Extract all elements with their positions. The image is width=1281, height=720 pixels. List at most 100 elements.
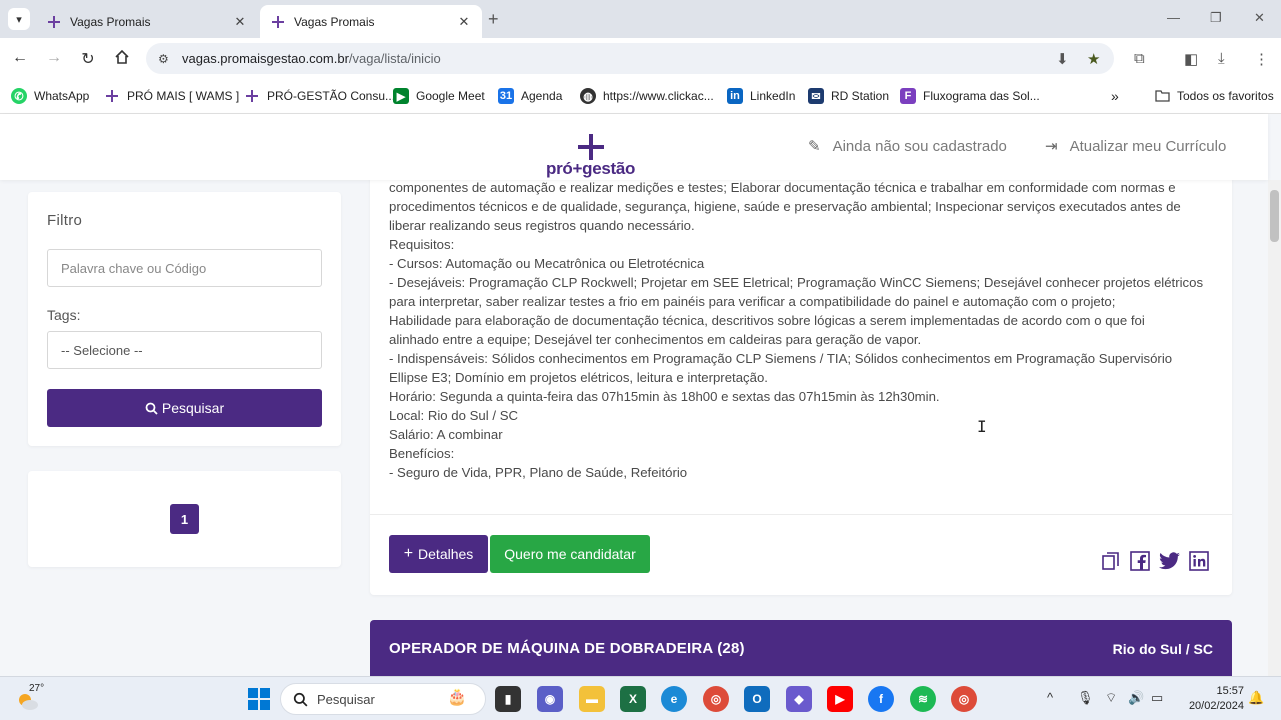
tab-list-button[interactable]: ▾: [8, 8, 30, 30]
bookmark-rd-station[interactable]: ✉ RD Station: [808, 88, 889, 104]
description-line: liberar realizando seus registros quando…: [389, 218, 695, 233]
bookmark-label: PRÓ-GESTÃO Consu...: [267, 89, 396, 103]
excel-icon[interactable]: X: [620, 686, 646, 712]
url-path: /vaga/lista/inicio: [348, 51, 441, 66]
system-clock[interactable]: 15:57 20/02/2024: [1178, 684, 1244, 714]
bookmark-clickac[interactable]: ◍ https://www.clickac...: [580, 88, 714, 104]
facebook-icon[interactable]: [1129, 550, 1151, 572]
side-panel-icon[interactable]: ◧: [1184, 50, 1198, 68]
plus-icon: +: [403, 545, 414, 562]
temperature: 27°: [29, 683, 45, 694]
promais-logo[interactable]: pró+gestão: [546, 134, 638, 184]
weather-widget[interactable]: 27°: [16, 683, 46, 713]
minimize-icon[interactable]: —: [1167, 10, 1180, 25]
new-tab-icon[interactable]: +: [488, 9, 499, 30]
filter-card: Filtro Palavra chave ou Código Tags: -- …: [28, 192, 341, 446]
card-divider: [370, 514, 1232, 515]
battery-icon[interactable]: ▭: [1151, 690, 1163, 706]
description-line: - Desejáveis: Programação CLP Rockwell; …: [389, 275, 1204, 290]
show-hidden-icons-icon[interactable]: ^: [1047, 690, 1053, 705]
all-favorites-folder[interactable]: Todos os favoritos: [1154, 88, 1274, 104]
description-line: procedimentos técnicos e de qualidade, s…: [389, 199, 1181, 214]
details-button[interactable]: + Detalhes: [389, 535, 488, 573]
description-line: Horário: Segunda a quinta-feira das 07h1…: [389, 389, 940, 404]
teams-icon[interactable]: ◉: [537, 686, 563, 712]
bookmark-label: Agenda: [521, 89, 563, 103]
page-scrollbar[interactable]: [1268, 180, 1281, 676]
close-tab-icon[interactable]: ✕: [232, 14, 248, 30]
bookmark-agenda[interactable]: 31 Agenda: [498, 88, 562, 104]
restore-icon[interactable]: ❐: [1210, 10, 1222, 26]
bookmark-google-meet[interactable]: ▶ Google Meet: [393, 88, 485, 104]
description-line: componentes de automação e realizar medi…: [389, 180, 1176, 195]
address-bar[interactable]: ⚙ vagas.promaisgestao.com.br/vaga/lista/…: [146, 43, 1114, 74]
description-line: - Indispensáveis: Sólidos conhecimentos …: [389, 351, 1173, 366]
bookmark-label: RD Station: [831, 89, 890, 103]
extensions-icon[interactable]: ⧉: [1134, 50, 1145, 67]
bookmark-label: WhatsApp: [34, 89, 90, 103]
linkedin-share-icon[interactable]: [1188, 550, 1210, 572]
tags-select[interactable]: -- Selecione --: [47, 331, 322, 369]
description-line: Habilidade para elaboração de documentaç…: [389, 313, 1145, 328]
meet-icon: ▶: [393, 88, 409, 104]
description-line: Benefícios:: [389, 446, 455, 461]
clock-time: 15:57: [1216, 685, 1244, 697]
filter-title: Filtro: [47, 212, 83, 229]
windows-start-icon[interactable]: [248, 688, 270, 710]
microphone-icon[interactable]: 🎙: [1077, 690, 1094, 706]
rdstation-icon: ✉: [808, 88, 824, 104]
page-1-button[interactable]: 1: [170, 504, 199, 534]
register-link[interactable]: ✎ Ainda não sou cadastrado: [808, 137, 1007, 156]
bookmark-star-icon[interactable]: ★: [1087, 50, 1100, 68]
youtube-icon[interactable]: ▶: [827, 686, 853, 712]
notifications-icon[interactable]: 🔔: [1248, 690, 1264, 706]
spotify-icon[interactable]: ≋: [910, 686, 936, 712]
tab-title: Vagas Promais: [294, 14, 375, 29]
bookmark-whatsapp[interactable]: ✆ WhatsApp: [11, 88, 89, 104]
tab-vagas-promais-2[interactable]: Vagas Promais ✕: [260, 5, 482, 38]
outlook-icon[interactable]: O: [744, 686, 770, 712]
keyword-search-input[interactable]: Palavra chave ou Código: [47, 249, 322, 287]
facebook-app-icon[interactable]: f: [868, 686, 894, 712]
twitter-icon[interactable]: [1158, 550, 1180, 572]
menu-icon[interactable]: ⋮: [1254, 50, 1269, 68]
copilot-icon[interactable]: ◆: [786, 686, 812, 712]
copy-link-icon[interactable]: [1100, 550, 1122, 572]
taskbar-search[interactable]: Pesquisar 🎂: [280, 683, 486, 715]
edge-icon[interactable]: e: [661, 686, 687, 712]
search-button[interactable]: Pesquisar: [47, 389, 322, 427]
task-view-icon[interactable]: ▮: [495, 686, 521, 712]
home-icon[interactable]: [112, 49, 132, 70]
promais-icon: [244, 88, 260, 104]
url-host: vagas.promaisgestao.com.br: [182, 51, 349, 66]
bookmark-progestao[interactable]: PRÓ-GESTÃO Consu...: [244, 88, 395, 104]
forward-icon[interactable]: →: [44, 49, 64, 67]
update-cv-link[interactable]: ⇥ Atualizar meu Currículo: [1045, 137, 1226, 156]
description-line: - Cursos: Automação ou Mecatrônica ou El…: [389, 256, 705, 271]
description-line: Ellipse E3; Domínio em projetos elétrico…: [389, 370, 768, 385]
next-job-header[interactable]: OPERADOR DE MÁQUINA DE DOBRADEIRA (28) R…: [370, 620, 1232, 676]
more-bookmarks-icon[interactable]: »: [1111, 88, 1119, 104]
search-icon: [293, 692, 308, 706]
install-app-icon[interactable]: ⬇: [1056, 50, 1069, 68]
volume-icon[interactable]: 🔊: [1128, 690, 1144, 706]
site-settings-icon[interactable]: ⚙: [158, 52, 176, 66]
chrome-icon[interactable]: ◎: [703, 686, 729, 712]
close-tab-icon[interactable]: ✕: [456, 14, 472, 30]
tab-vagas-promais-1[interactable]: Vagas Promais ✕: [36, 5, 258, 38]
bookmark-linkedin[interactable]: in LinkedIn: [727, 88, 795, 104]
downloads-icon[interactable]: ⤓: [1218, 50, 1225, 67]
file-explorer-icon[interactable]: ▬: [579, 686, 605, 712]
bookmark-fluxograma[interactable]: F Fluxograma das Sol...: [900, 88, 1040, 104]
bookmark-promais-wams[interactable]: PRÓ MAIS [ WAMS ]: [104, 88, 239, 104]
close-window-icon[interactable]: ✕: [1254, 10, 1265, 26]
tab-strip: ▾ Vagas Promais ✕ Vagas Promais ✕ + — ❐ …: [0, 0, 1281, 38]
chrome-profile-icon[interactable]: ◎: [951, 686, 977, 712]
scrollbar-thumb[interactable]: [1270, 190, 1279, 242]
apply-button[interactable]: Quero me candidatar: [490, 535, 650, 573]
reload-icon[interactable]: ↻: [78, 49, 98, 69]
wifi-icon[interactable]: ⌔: [1105, 690, 1117, 706]
tab-title: Vagas Promais: [70, 14, 151, 29]
back-icon[interactable]: ←: [10, 49, 30, 67]
logo-mark-icon: [578, 134, 604, 160]
